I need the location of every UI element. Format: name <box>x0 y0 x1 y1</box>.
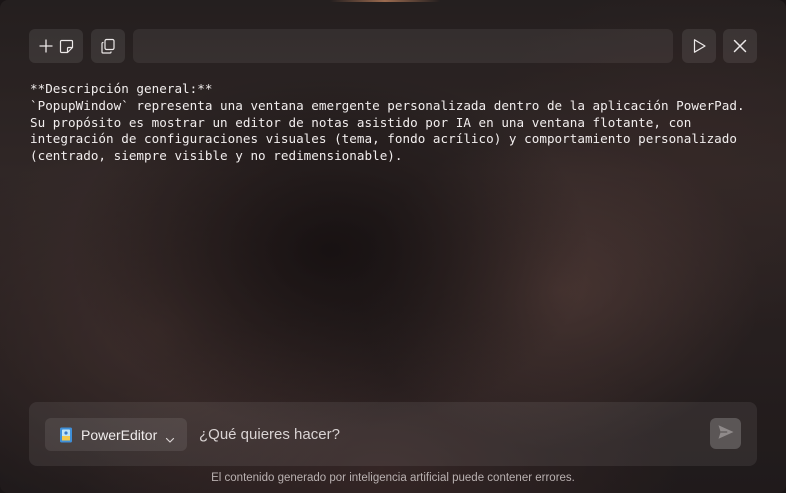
copy-icon <box>100 38 116 54</box>
new-note-button[interactable] <box>29 29 83 63</box>
note-icon <box>59 39 74 54</box>
model-label: PowerEditor <box>81 426 158 443</box>
chevron-down-icon <box>165 430 175 449</box>
plus-icon <box>38 39 53 53</box>
note-editor-content[interactable]: **Descripción general:** `PopupWindow` r… <box>30 81 760 165</box>
toolbar <box>29 29 757 63</box>
run-button[interactable] <box>682 29 716 63</box>
doc-heading-line: **Descripción general:** <box>30 81 213 96</box>
close-button[interactable] <box>723 29 757 63</box>
prompt-input[interactable] <box>199 418 699 451</box>
close-icon <box>733 39 747 53</box>
top-accent-glow <box>330 0 440 2</box>
doc-text-line: Su propósito es mostrar un editor de not… <box>30 114 692 130</box>
play-icon <box>691 38 707 54</box>
model-selector[interactable]: PowerEditor <box>45 418 187 451</box>
prompt-bar: PowerEditor <box>29 402 757 466</box>
notebook-icon <box>59 427 73 443</box>
doc-text-line: integración de configuraciones visuales … <box>30 131 737 147</box>
copy-button[interactable] <box>91 29 125 63</box>
send-icon <box>717 424 735 444</box>
popup-window: **Descripción general:** `PopupWindow` r… <box>0 0 786 493</box>
note-title-input[interactable] <box>133 29 673 63</box>
doc-text-line: `PopupWindow` representa una ventana eme… <box>30 97 745 113</box>
doc-text-line: (centrado, siempre visible y no redimens… <box>30 148 403 164</box>
ai-disclaimer: El contenido generado por inteligencia a… <box>211 472 575 484</box>
send-button[interactable] <box>710 418 741 449</box>
